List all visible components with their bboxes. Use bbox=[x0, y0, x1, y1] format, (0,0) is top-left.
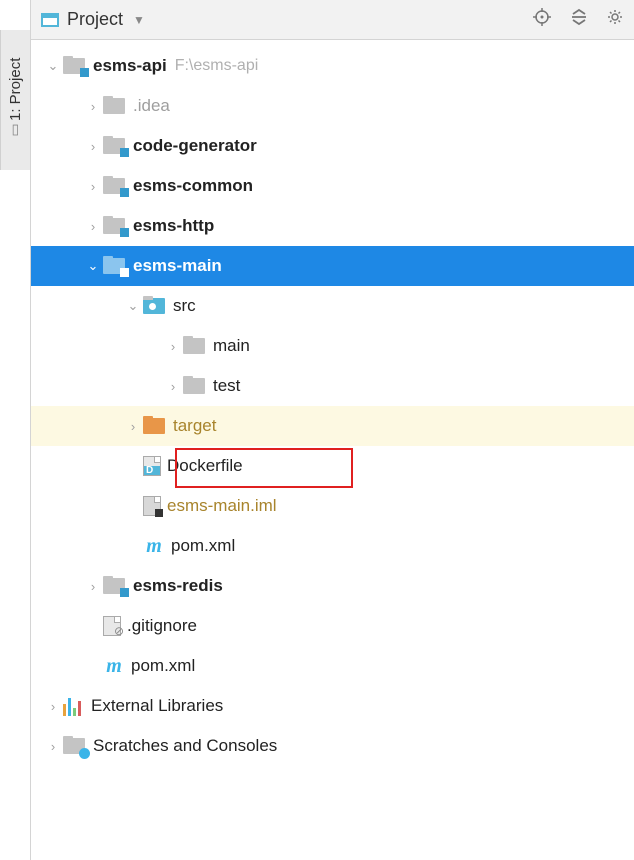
libraries-icon bbox=[63, 696, 85, 716]
node-label: Scratches and Consoles bbox=[93, 736, 277, 756]
node-label: src bbox=[173, 296, 196, 316]
project-view-icon bbox=[41, 13, 59, 27]
settings-icon[interactable] bbox=[606, 8, 624, 31]
module-folder-icon bbox=[103, 256, 127, 276]
tree-node-pom-main[interactable]: m pom.xml bbox=[31, 526, 634, 566]
tree-node-esms-api[interactable]: ⌄ esms-api F:\esms-api bbox=[31, 46, 634, 86]
tree-node-code-generator[interactable]: › code-generator bbox=[31, 126, 634, 166]
node-label: esms-http bbox=[133, 216, 214, 236]
tree-node-test[interactable]: › test bbox=[31, 366, 634, 406]
node-label: pom.xml bbox=[131, 656, 195, 676]
module-folder-icon bbox=[103, 576, 127, 596]
tree-node-target[interactable]: › target bbox=[31, 406, 634, 446]
tree-node-dockerfile[interactable]: Dockerfile bbox=[31, 446, 634, 486]
folder-icon bbox=[183, 336, 207, 356]
tree-node-scratches[interactable]: › Scratches and Consoles bbox=[31, 726, 634, 766]
tree-node-esms-common[interactable]: › esms-common bbox=[31, 166, 634, 206]
toolbar-actions bbox=[532, 7, 624, 32]
collapse-all-icon[interactable] bbox=[570, 8, 588, 31]
side-tab-label: 1: Project bbox=[7, 57, 24, 120]
chevron-right-icon: › bbox=[123, 419, 143, 434]
node-label: .idea bbox=[133, 96, 170, 116]
tree-node-idea[interactable]: › .idea bbox=[31, 86, 634, 126]
chevron-right-icon: › bbox=[83, 219, 103, 234]
chevron-right-icon: › bbox=[83, 139, 103, 154]
node-label: Dockerfile bbox=[167, 456, 243, 476]
node-label: esms-main.iml bbox=[167, 496, 277, 516]
chevron-right-icon: › bbox=[43, 699, 63, 714]
tree-node-esms-http[interactable]: › esms-http bbox=[31, 206, 634, 246]
source-folder-icon bbox=[143, 296, 167, 316]
node-label: pom.xml bbox=[171, 536, 235, 556]
node-label: External Libraries bbox=[91, 696, 223, 716]
module-folder-icon bbox=[103, 216, 127, 236]
project-tree: ⌄ esms-api F:\esms-api › .idea › code-ge… bbox=[31, 40, 634, 766]
tree-node-external-libraries[interactable]: › External Libraries bbox=[31, 686, 634, 726]
tree-node-gitignore[interactable]: .gitignore bbox=[31, 606, 634, 646]
node-label: esms-common bbox=[133, 176, 253, 196]
project-toolbar: Project ▼ bbox=[31, 0, 634, 40]
tree-node-esms-main[interactable]: ⌄ esms-main bbox=[31, 246, 634, 286]
module-folder-icon bbox=[103, 136, 127, 156]
tree-node-esms-main-iml[interactable]: esms-main.iml bbox=[31, 486, 634, 526]
chevron-right-icon: › bbox=[83, 179, 103, 194]
node-label: esms-redis bbox=[133, 576, 223, 596]
node-label: .gitignore bbox=[127, 616, 197, 636]
node-label: esms-main bbox=[133, 256, 222, 276]
chevron-right-icon: › bbox=[43, 739, 63, 754]
node-label: code-generator bbox=[133, 136, 257, 156]
tree-node-pom-root[interactable]: m pom.xml bbox=[31, 646, 634, 686]
node-path: F:\esms-api bbox=[175, 57, 259, 75]
node-label: target bbox=[173, 416, 216, 436]
maven-file-icon: m bbox=[103, 655, 125, 677]
folder-icon bbox=[103, 96, 127, 116]
maven-file-icon: m bbox=[143, 535, 165, 557]
iml-file-icon bbox=[143, 496, 161, 516]
scratches-folder-icon bbox=[63, 736, 87, 756]
dockerfile-icon bbox=[143, 456, 161, 476]
chevron-right-icon: › bbox=[163, 379, 183, 394]
module-folder-icon bbox=[63, 56, 87, 76]
gitignore-file-icon bbox=[103, 616, 121, 636]
tree-node-main[interactable]: › main bbox=[31, 326, 634, 366]
locate-icon[interactable] bbox=[532, 7, 552, 32]
node-label: main bbox=[213, 336, 250, 356]
node-label: test bbox=[213, 376, 240, 396]
chevron-down-icon: ⌄ bbox=[123, 298, 143, 314]
chevron-right-icon: › bbox=[83, 99, 103, 114]
chevron-down-icon: ⌄ bbox=[83, 258, 103, 274]
node-label: esms-api bbox=[93, 56, 167, 76]
project-tab-icon: ▭ bbox=[8, 121, 24, 137]
tree-node-src[interactable]: ⌄ src bbox=[31, 286, 634, 326]
module-folder-icon bbox=[103, 176, 127, 196]
tree-node-esms-redis[interactable]: › esms-redis bbox=[31, 566, 634, 606]
chevron-right-icon: › bbox=[83, 579, 103, 594]
folder-icon bbox=[183, 376, 207, 396]
side-tool-tab-project[interactable]: ▭ 1: Project bbox=[0, 30, 30, 170]
dropdown-icon[interactable]: ▼ bbox=[133, 13, 145, 27]
chevron-right-icon: › bbox=[163, 339, 183, 354]
project-view-title[interactable]: Project bbox=[67, 9, 123, 30]
project-tool-window: Project ▼ ⌄ esms-api F:\esms-api › bbox=[30, 0, 634, 860]
chevron-down-icon: ⌄ bbox=[43, 58, 63, 74]
excluded-folder-icon bbox=[143, 416, 167, 436]
